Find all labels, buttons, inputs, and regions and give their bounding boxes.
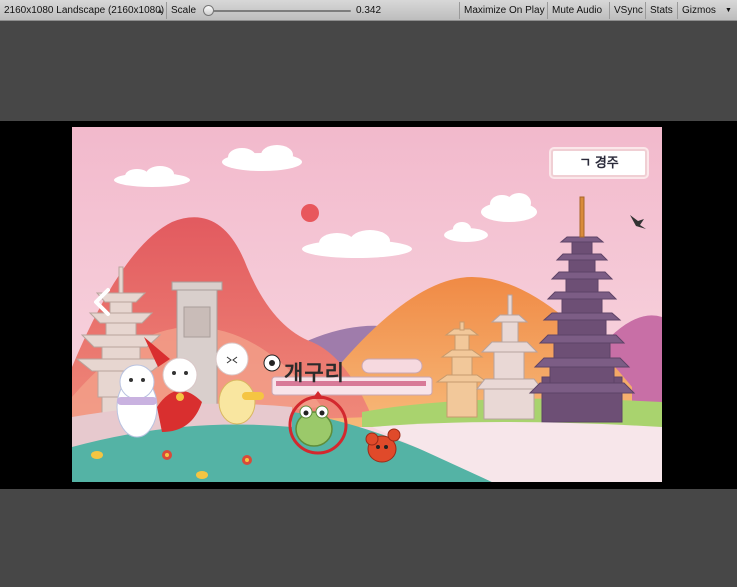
vsync-toggle[interactable]: VSync: [609, 0, 648, 20]
resolution-dropdown[interactable]: 2160x1080 Landscape (2160x1080): [4, 0, 164, 20]
game-scene: [72, 127, 662, 482]
dropdown-arrows-icon[interactable]: ▲: [156, 0, 164, 21]
mute-audio-toggle[interactable]: Mute Audio: [547, 0, 607, 20]
chevron-left-icon[interactable]: [92, 287, 116, 321]
scale-slider-thumb[interactable]: [203, 5, 215, 16]
gizmos-dropdown[interactable]: Gizmos: [677, 0, 721, 20]
game-viewport[interactable]: ㄱ 경주 개구리: [72, 127, 662, 482]
game-view-toolbar: 2160x1080 Landscape (2160x1080) ▲ Scale …: [0, 0, 737, 21]
location-sign-label: ㄱ 경주: [579, 155, 619, 170]
scale-value: 0.342: [356, 5, 382, 16]
sun: [301, 204, 319, 222]
scale-slider-track[interactable]: [203, 10, 351, 12]
word-label: 개구리: [284, 362, 345, 385]
toolbar-divider: [166, 2, 167, 19]
character-polar-bear: [116, 364, 158, 438]
resolution-label: 2160x1080 Landscape (2160x1080): [4, 5, 164, 16]
gizmos-dropdown-arrow-icon[interactable]: ▼: [725, 0, 732, 20]
stats-toggle[interactable]: Stats: [645, 0, 678, 20]
scale-label: Scale: [171, 5, 197, 16]
location-sign: ㄱ 경주: [551, 149, 647, 177]
game-view-background: [0, 21, 737, 121]
maximize-on-play-toggle[interactable]: Maximize On Play: [459, 0, 550, 20]
